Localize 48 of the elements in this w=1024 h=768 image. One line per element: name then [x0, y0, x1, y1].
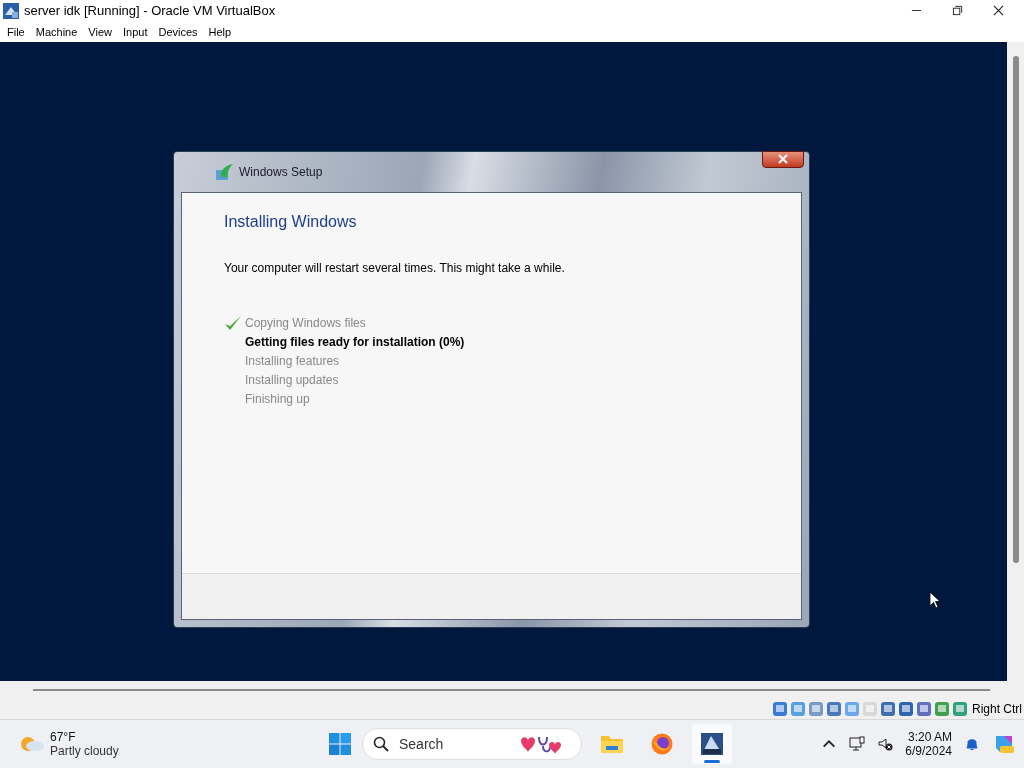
device-icon[interactable]	[808, 701, 824, 718]
host-key-label: Right Ctrl	[972, 702, 1022, 717]
search-input[interactable]: Search	[397, 735, 511, 753]
step-label: Installing features	[245, 353, 340, 368]
device-icon[interactable]	[952, 701, 968, 718]
bell-icon[interactable]	[964, 736, 980, 752]
device-icon[interactable]	[826, 701, 842, 718]
app-icon	[3, 3, 19, 19]
menu-item[interactable]: View	[84, 25, 119, 38]
dialog-title: Windows Setup	[239, 164, 323, 179]
window-title: server idk [Running] - Oracle VM VirtualBox	[24, 3, 277, 19]
menu-item[interactable]: Devices	[154, 25, 205, 38]
weather-condition: Partly cloudy	[50, 744, 119, 758]
search-icon	[373, 736, 389, 752]
step-label: Getting files ready for installation (0%)	[245, 334, 465, 349]
dialog-heading: Installing Windows	[224, 212, 358, 231]
menu-item[interactable]: Input	[118, 25, 155, 38]
network-icon[interactable]	[849, 736, 866, 752]
start-icon[interactable]	[328, 732, 352, 756]
taskbar-app[interactable]	[692, 724, 732, 764]
clock-time[interactable]: 3:20 AM	[907, 730, 952, 744]
device-icon[interactable]	[934, 701, 950, 718]
device-icon[interactable]	[880, 701, 896, 718]
step-label: Copying Windows files	[245, 315, 366, 330]
close-icon	[778, 154, 788, 165]
clock-date[interactable]: 6/9/2024	[905, 744, 952, 758]
menu-item[interactable]: Help	[204, 25, 239, 38]
browser-icon	[650, 732, 674, 756]
step-label: Finishing up	[245, 391, 310, 406]
scrollbar[interactable]	[1013, 55, 1019, 564]
step-label: Installing updates	[245, 372, 339, 387]
close-icon[interactable]	[993, 5, 1004, 17]
mouse-pointer-icon	[929, 590, 941, 609]
close-button[interactable]	[762, 150, 804, 168]
dialog-message: Your computer will restart several times. This might take a while.	[224, 260, 566, 275]
device-icon[interactable]	[772, 701, 788, 718]
menu-item[interactable]: File	[3, 25, 32, 38]
device-icon[interactable]	[844, 701, 860, 718]
device-icon[interactable]	[916, 701, 932, 718]
device-icon[interactable]	[790, 701, 806, 718]
device-icon[interactable]	[898, 701, 914, 718]
setup-icon	[215, 161, 235, 182]
temperature: 67°F	[50, 730, 77, 744]
restore-icon[interactable]	[952, 5, 963, 17]
scrollbar[interactable]	[33, 689, 990, 692]
muted-speaker-icon[interactable]	[877, 736, 894, 752]
search-bar[interactable]: Search	[362, 728, 582, 760]
menu-item[interactable]: Machine	[31, 25, 85, 38]
